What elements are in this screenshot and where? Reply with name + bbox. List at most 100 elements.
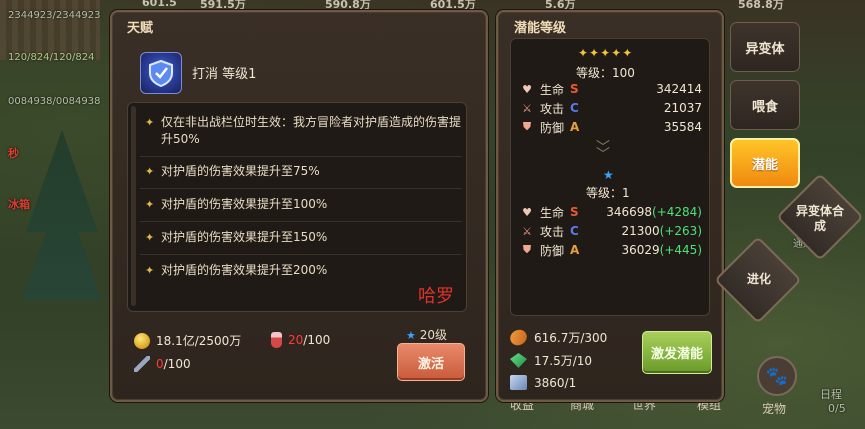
stat-grade: S (570, 82, 579, 96)
shield-stat-icon: ⛊ (522, 243, 532, 256)
next-hp-row: ♥ 生命 S 346698 (+4284) (520, 203, 702, 221)
next-atk-row: ⚔ 攻击 C 21300 (+263) (520, 222, 702, 240)
next-level: 等级：1 (586, 186, 630, 200)
stat-grade: C (570, 101, 579, 115)
effect-text: 对护盾的伤害效果提升至75% (161, 164, 320, 178)
pill-icon (507, 326, 530, 349)
wrench-have: 0 (156, 357, 164, 371)
talent-panel-title: 天赋 (127, 21, 154, 36)
chevron-down-icon: ﹀ ﹀ (596, 140, 610, 163)
stat-value: 21037 (663, 101, 702, 115)
bg-top-number: 568.8万 (738, 0, 784, 11)
stat-name: 攻击 (540, 101, 565, 116)
stat-bonus: (+263) (659, 224, 702, 238)
stat-name: 防御 (540, 243, 565, 258)
bg-hp-text: 120/824/120/824 (8, 52, 95, 63)
effect-star-icon: ✦ (145, 264, 155, 277)
cost-pill-amount: 616.7万/300 (534, 331, 608, 345)
pets-paw-icon[interactable]: 🐾 (757, 356, 797, 396)
cost-gem: 17.5万/10 (510, 352, 592, 369)
bottom-tab-pets[interactable]: 宠物 (762, 400, 786, 417)
effect-text: 对护盾的伤害效果提升至100% (161, 197, 328, 211)
stat-bonus: (+445) (659, 243, 702, 257)
level-requirement-text: 20级 (419, 328, 447, 342)
stat-value: 35584 (663, 120, 702, 134)
talent-effect-row: ✦ 对护盾的伤害效果提升至200% (140, 262, 462, 288)
talent-effect-row: ✦ 对护盾的伤害效果提升至100% (140, 196, 462, 222)
stat-grade: C (570, 224, 579, 238)
shield-stat-icon: ⛊ (522, 120, 532, 133)
stat-value: 21300 (621, 224, 660, 238)
ticket-icon (510, 375, 527, 390)
effect-text: 对护盾的伤害效果提升至150% (161, 230, 328, 244)
stat-value: 346698 (606, 205, 653, 219)
stat-name: 攻击 (540, 224, 565, 239)
effects-scrollbar[interactable] (131, 106, 136, 306)
talent-skill-name: 打消 等级1 (192, 67, 257, 82)
effect-text: 仅在非出战栏位时生效：我方冒险者对护盾造成的伤害提升50% (161, 115, 462, 146)
talent-effect-row: ✦ 对护盾的伤害效果提升至75% (140, 163, 462, 189)
current-hp-row: ♥ 生命 S 342414 (520, 80, 702, 98)
current-def-row: ⛊ 防御 A 35584 (520, 118, 702, 136)
effect-text: 对护盾的伤害效果提升至200% (161, 263, 328, 277)
next-def-row: ⛊ 防御 A 36029 (+445) (520, 241, 702, 259)
activate-potential-button[interactable]: 激发潜能 (642, 331, 712, 374)
blue-star-icon: ★ (406, 329, 416, 342)
potion-resource: 20 /100 (268, 332, 330, 348)
stat-value: 36029 (621, 243, 660, 257)
stat-grade: A (570, 120, 580, 134)
gold-resource: 18.1亿/2500万 (134, 332, 241, 349)
effect-star-icon: ✦ (145, 231, 155, 244)
gold-coin-icon (134, 332, 150, 349)
cost-ticket-amount: 3860/1 (534, 375, 577, 390)
effect-star-icon: ✦ (145, 165, 155, 178)
heart-icon: ♥ (522, 205, 532, 219)
cost-ticket: 3860/1 (510, 375, 576, 390)
sword-icon: ⚔ (522, 101, 532, 115)
activate-button[interactable]: 激活 (397, 343, 465, 381)
tab-feed[interactable]: 喂食 (730, 80, 800, 130)
evolve-label: 进化 (746, 272, 771, 286)
stat-bonus: (+4284) (652, 205, 702, 219)
effect-star-icon: ✦ (145, 116, 155, 129)
schedule-label: 日程 (820, 388, 842, 401)
potion-icon (271, 332, 282, 348)
bg-top-number: 601.5 (142, 0, 177, 9)
talent-effect-row: ✦ 对护盾的伤害效果提升至150% (140, 229, 462, 255)
stat-name: 防御 (540, 120, 565, 135)
gold-amount: 18.1亿/2500万 (156, 334, 242, 348)
stat-grade: S (570, 205, 579, 219)
current-level: 等级：100 (576, 66, 635, 80)
watermark-text: 哈罗 (418, 286, 454, 307)
tab-mutant[interactable]: 异变体 (730, 22, 800, 72)
shield-skill-icon (140, 52, 182, 94)
talent-effect-row: ✦ 仅在非出战栏位时生效：我方冒险者对护盾造成的伤害提升50% (140, 114, 462, 157)
cost-pill: 616.7万/300 (507, 326, 608, 349)
level-requirement: ★ 20级 (406, 326, 447, 343)
stat-name: 生命 (540, 205, 565, 220)
sword-icon: ⚔ (522, 224, 532, 238)
bg-hp-text: 2344923/2344923 (8, 10, 101, 21)
gem-icon (510, 353, 527, 368)
bg-hp-text: 0084938/0084938 (8, 96, 101, 107)
stat-grade: A (570, 243, 580, 257)
shield-icon (149, 59, 173, 87)
blue-star-icon: ★ (603, 168, 614, 182)
background-house (0, 0, 100, 60)
potential-panel-title: 潜能等级 (514, 21, 567, 36)
effect-star-icon: ✦ (145, 198, 155, 211)
bg-red-text: 冰箱 (8, 198, 30, 211)
bg-red-text: 秒 (8, 147, 19, 160)
potion-have: 20 (288, 333, 304, 347)
potion-need: /100 (303, 333, 331, 347)
cost-gem-amount: 17.5万/10 (534, 354, 593, 368)
heart-icon: ♥ (522, 82, 532, 96)
tab-potential[interactable]: 潜能 (730, 138, 800, 188)
wrench-resource: 0 /100 (134, 356, 191, 372)
current-atk-row: ⚔ 攻击 C 21037 (520, 99, 702, 117)
wrench-need: /100 (163, 357, 191, 371)
wrench-icon (134, 356, 150, 372)
mutant-synthesis-label: 异变体合成 (796, 204, 845, 233)
gold-stars-icon: ✦✦✦✦✦ (578, 46, 634, 60)
background-tree (22, 130, 102, 300)
